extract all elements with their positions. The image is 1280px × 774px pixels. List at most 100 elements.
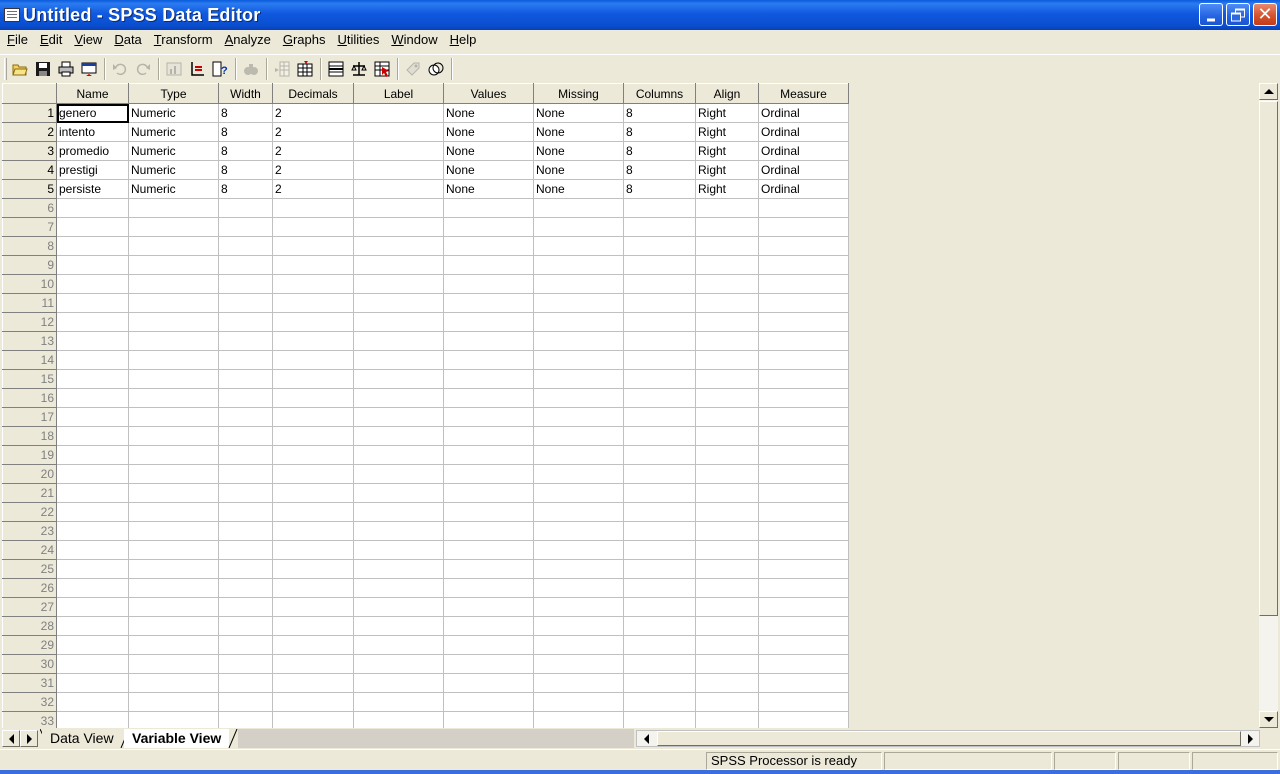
cell-name[interactable] bbox=[56, 464, 129, 484]
row-number[interactable]: 32 bbox=[2, 692, 57, 712]
cell-align[interactable] bbox=[695, 407, 759, 427]
row-number[interactable]: 18 bbox=[2, 426, 57, 446]
cell-decimals[interactable] bbox=[272, 426, 354, 446]
cell-measure[interactable]: Ordinal bbox=[758, 122, 849, 142]
restore-button[interactable] bbox=[1226, 3, 1250, 26]
row-number[interactable]: 5 bbox=[2, 179, 57, 199]
cell-decimals[interactable] bbox=[272, 274, 354, 294]
cell-values[interactable] bbox=[443, 445, 534, 465]
cell-values[interactable] bbox=[443, 293, 534, 313]
cell-label[interactable] bbox=[353, 711, 444, 728]
cell-measure[interactable] bbox=[758, 464, 849, 484]
cell-width[interactable] bbox=[218, 407, 273, 427]
cell-type[interactable] bbox=[128, 578, 219, 598]
close-button[interactable]: ✕ bbox=[1253, 3, 1277, 26]
cell-columns[interactable] bbox=[623, 635, 696, 655]
row-number[interactable]: 1 bbox=[2, 103, 57, 123]
row-number[interactable]: 24 bbox=[2, 540, 57, 560]
cell-label[interactable] bbox=[353, 217, 444, 237]
cell-missing[interactable] bbox=[533, 559, 624, 579]
cell-width[interactable] bbox=[218, 274, 273, 294]
scroll-left-button[interactable] bbox=[637, 731, 655, 746]
cell-decimals[interactable] bbox=[272, 331, 354, 351]
cell-missing[interactable] bbox=[533, 331, 624, 351]
cell-type[interactable]: Numeric bbox=[128, 160, 219, 180]
cell-type[interactable]: Numeric bbox=[128, 179, 219, 199]
cell-missing[interactable] bbox=[533, 464, 624, 484]
cell-values[interactable] bbox=[443, 673, 534, 693]
goto-chart-button[interactable] bbox=[163, 58, 185, 80]
cell-label[interactable] bbox=[353, 483, 444, 503]
cell-measure[interactable] bbox=[758, 635, 849, 655]
cell-type[interactable] bbox=[128, 350, 219, 370]
row-number[interactable]: 2 bbox=[2, 122, 57, 142]
cell-type[interactable] bbox=[128, 198, 219, 218]
cell-values[interactable] bbox=[443, 597, 534, 617]
cell-measure[interactable] bbox=[758, 274, 849, 294]
cell-values[interactable] bbox=[443, 502, 534, 522]
cell-name[interactable] bbox=[56, 692, 129, 712]
cell-name[interactable] bbox=[56, 559, 129, 579]
cell-missing[interactable] bbox=[533, 483, 624, 503]
cell-label[interactable] bbox=[353, 578, 444, 598]
menu-utilities[interactable]: Utilities bbox=[331, 30, 385, 50]
cell-name[interactable] bbox=[56, 369, 129, 389]
cell-decimals[interactable] bbox=[272, 673, 354, 693]
cell-measure[interactable] bbox=[758, 559, 849, 579]
cell-align[interactable] bbox=[695, 559, 759, 579]
cell-measure[interactable] bbox=[758, 388, 849, 408]
cell-type[interactable] bbox=[128, 673, 219, 693]
cell-measure[interactable] bbox=[758, 540, 849, 560]
cell-decimals[interactable] bbox=[272, 578, 354, 598]
row-number[interactable]: 30 bbox=[2, 654, 57, 674]
cell-align[interactable]: Right bbox=[695, 179, 759, 199]
cell-missing[interactable] bbox=[533, 426, 624, 446]
cell-decimals[interactable] bbox=[272, 540, 354, 560]
cell-type[interactable]: Numeric bbox=[128, 122, 219, 142]
menu-help[interactable]: Help bbox=[444, 30, 483, 50]
cell-type[interactable] bbox=[128, 597, 219, 617]
cell-values[interactable] bbox=[443, 236, 534, 256]
column-header-label[interactable]: Label bbox=[353, 83, 444, 104]
cell-label[interactable] bbox=[353, 559, 444, 579]
cell-values[interactable] bbox=[443, 312, 534, 332]
cell-align[interactable] bbox=[695, 521, 759, 541]
menu-analyze[interactable]: Analyze bbox=[219, 30, 277, 50]
cell-width[interactable] bbox=[218, 464, 273, 484]
cell-columns[interactable] bbox=[623, 426, 696, 446]
row-number[interactable]: 6 bbox=[2, 198, 57, 218]
cell-align[interactable] bbox=[695, 293, 759, 313]
cell-align[interactable] bbox=[695, 331, 759, 351]
row-number[interactable]: 26 bbox=[2, 578, 57, 598]
cell-values[interactable] bbox=[443, 426, 534, 446]
menu-edit[interactable]: Edit bbox=[34, 30, 68, 50]
cell-missing[interactable] bbox=[533, 350, 624, 370]
cell-align[interactable] bbox=[695, 597, 759, 617]
column-header-values[interactable]: Values bbox=[443, 83, 534, 104]
cell-align[interactable] bbox=[695, 369, 759, 389]
menu-graphs[interactable]: Graphs bbox=[277, 30, 332, 50]
cell-type[interactable] bbox=[128, 616, 219, 636]
cell-name[interactable] bbox=[56, 350, 129, 370]
cell-align[interactable] bbox=[695, 350, 759, 370]
cell-name[interactable]: prestigi bbox=[56, 160, 129, 180]
row-number[interactable]: 12 bbox=[2, 312, 57, 332]
cell-label[interactable] bbox=[353, 464, 444, 484]
cell-width[interactable] bbox=[218, 369, 273, 389]
cell-columns[interactable] bbox=[623, 388, 696, 408]
cell-values[interactable]: None bbox=[443, 103, 534, 123]
cell-type[interactable] bbox=[128, 331, 219, 351]
cell-label[interactable] bbox=[353, 141, 444, 161]
column-header-missing[interactable]: Missing bbox=[533, 83, 624, 104]
cell-measure[interactable] bbox=[758, 521, 849, 541]
cell-label[interactable] bbox=[353, 255, 444, 275]
cell-columns[interactable] bbox=[623, 692, 696, 712]
cell-columns[interactable] bbox=[623, 673, 696, 693]
cell-decimals[interactable] bbox=[272, 445, 354, 465]
cell-width[interactable] bbox=[218, 673, 273, 693]
cell-missing[interactable] bbox=[533, 217, 624, 237]
cell-decimals[interactable] bbox=[272, 236, 354, 256]
cell-label[interactable] bbox=[353, 122, 444, 142]
cell-measure[interactable] bbox=[758, 350, 849, 370]
cell-values[interactable] bbox=[443, 692, 534, 712]
